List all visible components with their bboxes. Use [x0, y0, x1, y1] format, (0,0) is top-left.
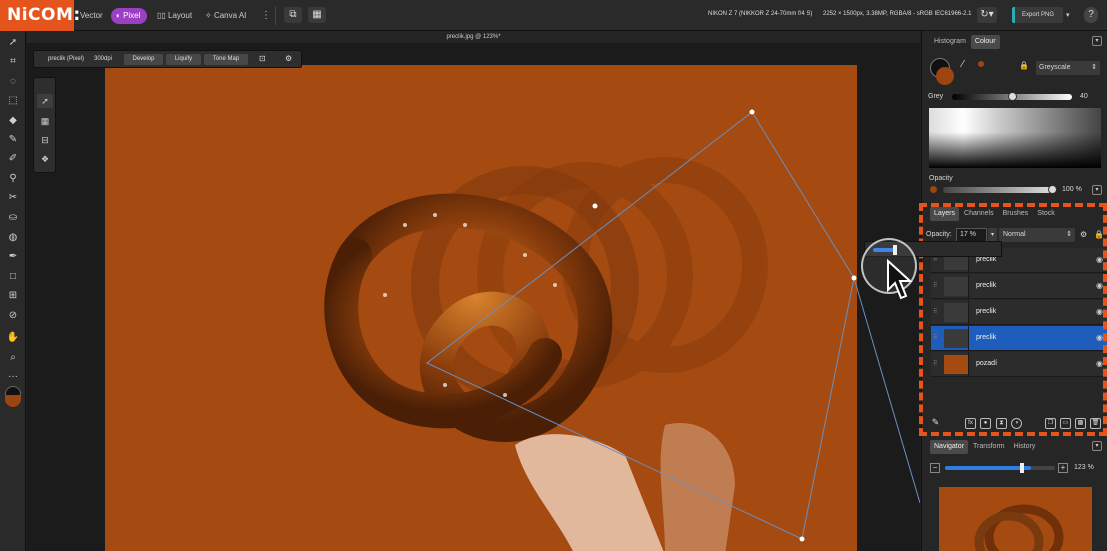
context-toolbar: preclik (Pixel) 300dpi Develop Liquify T… — [33, 50, 302, 68]
pixel-brush-icon[interactable]: ✐ — [5, 152, 21, 166]
paint-brush-icon[interactable]: ✎ — [5, 133, 21, 147]
tab-transform[interactable]: Transform — [969, 440, 1009, 454]
liquify-button[interactable]: Liquify — [166, 54, 201, 65]
shape-tool-icon[interactable]: □ — [5, 270, 21, 284]
tone-map-button[interactable]: Tone Map — [204, 54, 248, 65]
tab-histogram[interactable]: Histogram — [930, 35, 970, 49]
zoom-value[interactable]: 123 % — [1074, 464, 1094, 471]
persona-canva-ai-label: Canva AI — [213, 11, 247, 20]
persona-pixel[interactable]: ◐ Pixel — [111, 8, 148, 24]
persona-pixel-label: Pixel — [123, 11, 141, 20]
more-icon[interactable]: ⋮ — [261, 8, 271, 24]
mesh-warp-icon[interactable]: ❖ — [37, 152, 53, 166]
snapping-icon[interactable]: ⧉ — [284, 7, 302, 23]
colour-panel-tabs: Histogram Colour — [930, 35, 1001, 49]
select-arrows-icon: ⇕ — [1091, 64, 1097, 71]
tab-navigator[interactable]: Navigator — [930, 440, 968, 454]
camera-info: NIKON Z 7 (NIKKOR Z 24-70mm f/4 S) — [708, 11, 813, 17]
separator — [275, 6, 276, 25]
nicom-logo: NiCOM: — [0, 0, 80, 31]
pointer-tool-icon[interactable]: ➚ — [37, 94, 53, 108]
brush-mode-icon[interactable]: ↻▾ — [977, 7, 997, 23]
highlight-frame — [919, 203, 1107, 436]
grey-label: Grey — [928, 93, 944, 100]
dodge-tool-icon[interactable]: ⚲ — [5, 172, 21, 186]
colour-mode-value: Greyscale — [1039, 64, 1071, 71]
secondary-colour-swatch[interactable] — [5, 395, 21, 407]
fill-swatch[interactable] — [936, 67, 954, 85]
perspective-icon[interactable]: ⊟ — [37, 133, 53, 147]
persona-vector[interactable]: Vector — [80, 8, 103, 24]
colour-box[interactable] — [929, 108, 1101, 168]
pixel-persona-icon: ◐ — [116, 11, 124, 20]
collapse-icon[interactable]: ▾ — [1092, 441, 1102, 451]
tab-history[interactable]: History — [1010, 440, 1040, 454]
selection-brush-icon[interactable]: ◌ — [5, 75, 21, 89]
crop-tool-icon[interactable]: ⌗ — [5, 55, 21, 69]
grid-icon[interactable]: ▦ — [308, 7, 326, 23]
tools-panel: ➚ ⌗ ◌ ⬚ ◆ ✎ ✐ ⚲ ✂ ⛀ ◍ ✒ □ ⊞ ⊘ ✋ ⌕ ··· — [0, 31, 26, 551]
develop-button[interactable]: Develop — [124, 54, 163, 65]
collapse-icon[interactable]: ▾ — [1092, 36, 1102, 46]
eyedropper-icon[interactable]: ⁄ — [962, 59, 964, 70]
opacity-dropdown-icon[interactable]: ▾ — [1092, 185, 1102, 195]
layout-icon: ▯▯ — [157, 11, 169, 20]
grey-value[interactable]: 40 — [1080, 93, 1088, 100]
picked-colour-swatch — [978, 61, 984, 67]
settings-icon[interactable]: ⚙ — [285, 54, 292, 63]
opacity-value[interactable]: 100 % — [1062, 186, 1082, 193]
navigator-panel-tabs: Navigator Transform History — [930, 440, 1040, 454]
hand-tool-icon[interactable]: ✋ — [5, 331, 21, 345]
transform-box — [426, 109, 920, 542]
blur-tool-icon[interactable]: ◍ — [5, 231, 21, 245]
sparkle-icon: ✧ — [205, 11, 214, 20]
grid-warp-icon[interactable]: ▦ — [37, 114, 53, 128]
zoom-slider[interactable] — [945, 466, 1055, 470]
more-tools-icon[interactable]: ··· — [5, 370, 21, 384]
image-info: 2252 × 1500px, 3.38MP, RGBA/8 - sRGB IEC… — [823, 11, 972, 17]
zoom-in-icon[interactable]: + — [1058, 463, 1068, 473]
zoom-out-icon[interactable]: − — [930, 463, 940, 473]
opacity-label: Opacity — [929, 175, 953, 182]
zoom-tool-icon[interactable]: ⌕ — [5, 351, 21, 365]
dpi-label: 300dpi — [94, 56, 113, 62]
eyedropper-tool-icon[interactable]: ⊘ — [5, 309, 21, 323]
grey-slider-handle[interactable] — [1008, 92, 1017, 101]
export-dropdown-icon[interactable]: ▾ — [1066, 8, 1070, 24]
document-tab[interactable]: preclik.jpg @ 123%* — [27, 31, 920, 43]
workspace — [27, 43, 920, 551]
tab-colour[interactable]: Colour — [970, 35, 1000, 49]
persona-layout-label: Layout — [168, 11, 193, 20]
move-tool-icon[interactable]: ➚ — [5, 36, 21, 50]
help-icon[interactable]: ? — [1084, 7, 1098, 23]
pixel-grid-icon[interactable]: ⊡ — [259, 54, 266, 63]
lock-icon[interactable]: 🔒 — [1019, 61, 1029, 70]
retouch-tool-icon[interactable]: ✂ — [5, 191, 21, 205]
pen-tool-icon[interactable]: ✒ — [5, 250, 21, 264]
export-button[interactable]: Export PNG — [1012, 7, 1063, 23]
preview-pretzel-image — [974, 504, 1064, 551]
sub-tools-panel: ➚ ▦ ⊟ ❖ — [33, 77, 56, 173]
mesh-tool-icon[interactable]: ⊞ — [5, 289, 21, 303]
zoom-slider-handle[interactable] — [1020, 463, 1024, 473]
opacity-swatch — [930, 186, 937, 193]
top-toolbar: NiCOM: Vector ◐ Pixel ▯▯ Layout ✧ Canva … — [0, 0, 1107, 31]
clone-tool-icon[interactable]: ⛀ — [5, 211, 21, 225]
marquee-tool-icon[interactable]: ⬚ — [5, 94, 21, 108]
persona-layout[interactable]: ▯▯ Layout — [157, 8, 192, 24]
colour-mode-select[interactable]: Greyscale ⇕ — [1036, 61, 1100, 75]
opacity-slider[interactable] — [943, 187, 1051, 193]
mouse-pointer-icon — [887, 258, 913, 300]
fill-tool-icon[interactable]: ◆ — [5, 114, 21, 128]
opacity-slider-handle[interactable] — [1048, 185, 1057, 194]
layer-name-label: preclik (Pixel) — [48, 56, 85, 62]
persona-canva-ai[interactable]: ✧ Canva AI — [205, 8, 246, 24]
navigator-preview[interactable] — [939, 487, 1092, 551]
